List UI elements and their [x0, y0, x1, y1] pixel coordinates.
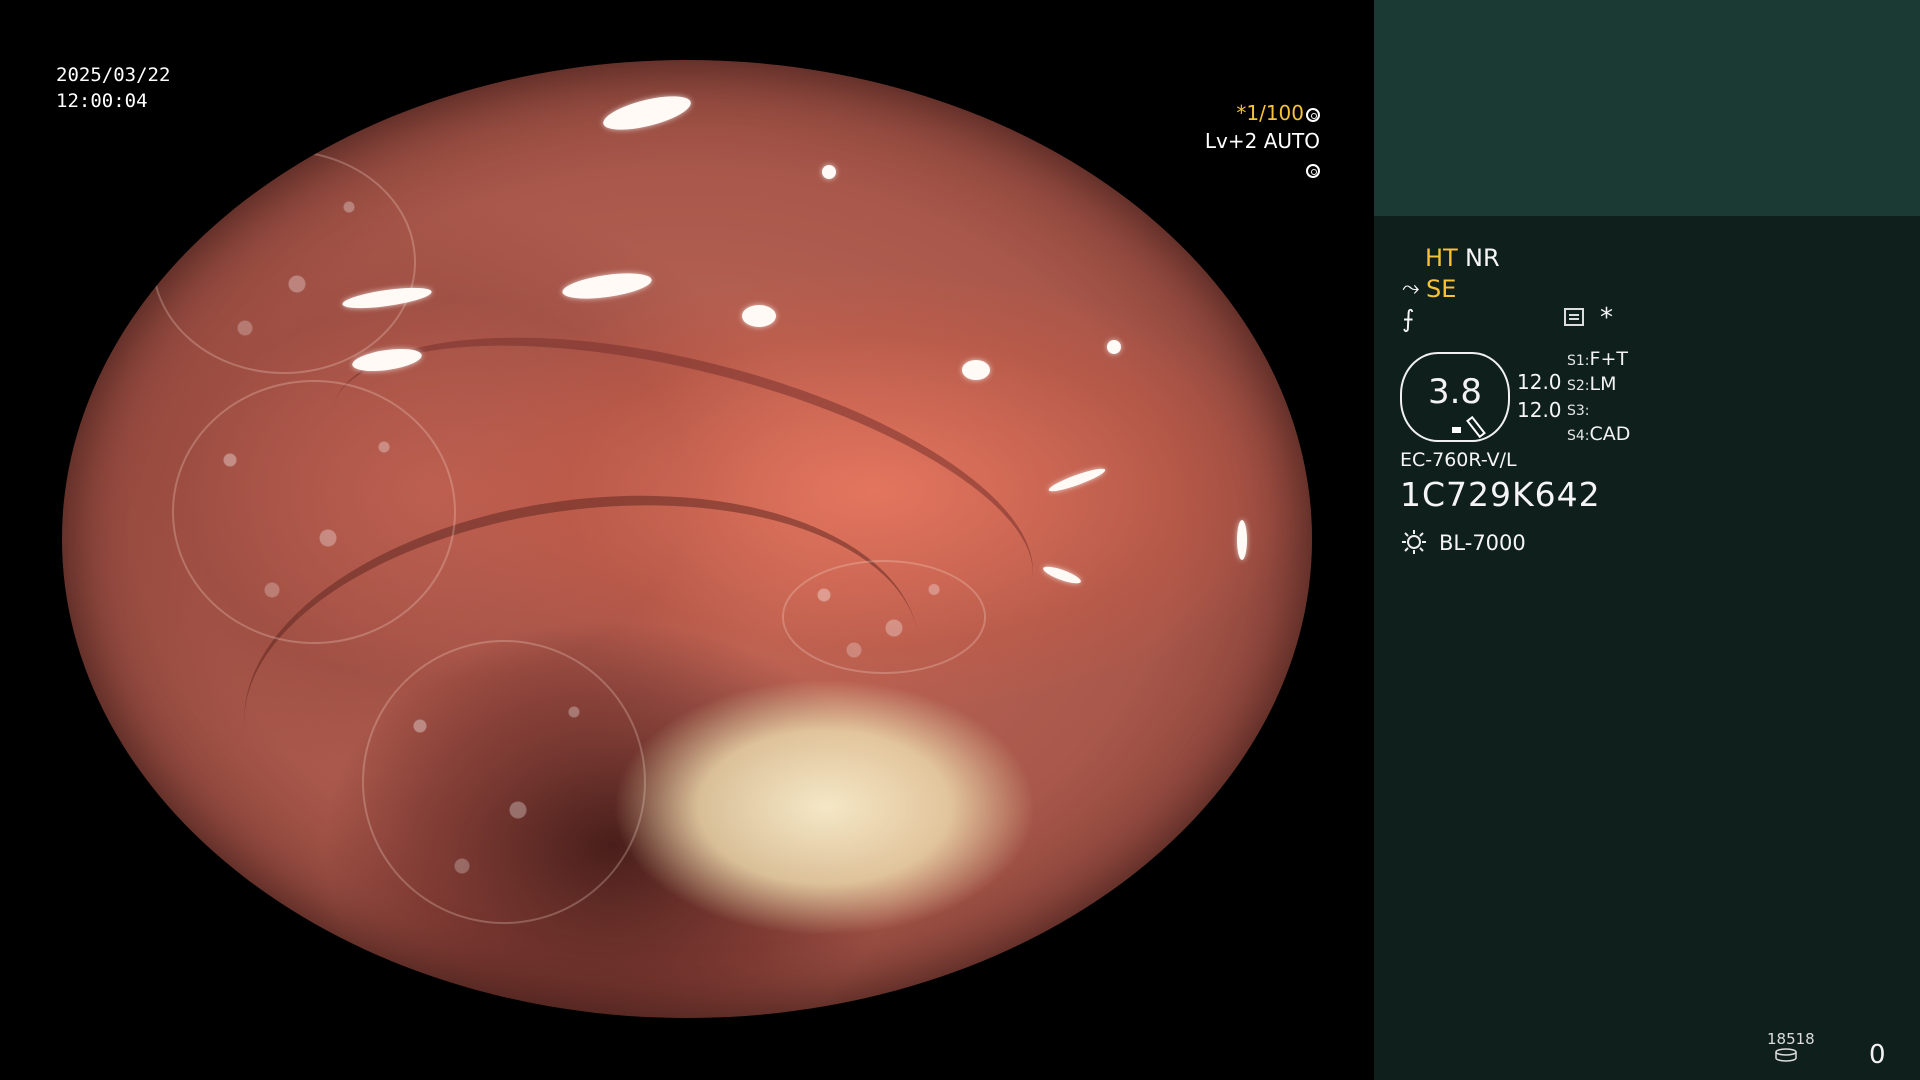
- shutter-speed: *1/100: [1236, 101, 1304, 125]
- mode-nr: NR: [1465, 244, 1500, 272]
- switch-slot-1: S1:F+T: [1567, 348, 1628, 370]
- mode-ht: HT: [1425, 244, 1458, 272]
- scope-model: EC-760R-V/L: [1400, 449, 1517, 471]
- time: 12:00:04: [56, 90, 148, 112]
- light-source: BL-7000: [1439, 531, 1526, 555]
- bubble-cluster: [362, 640, 646, 924]
- specular-reflection: [1047, 465, 1107, 495]
- date-time: 2025/03/22 12:00:04: [56, 62, 170, 114]
- bubble-cluster: [782, 560, 986, 674]
- scope-serial: 1C729K642: [1400, 475, 1601, 514]
- bubble-cluster: [172, 380, 456, 644]
- brightness-level: Lv+2 AUTO: [1204, 129, 1320, 153]
- storage-counter: 18518: [1767, 1030, 1815, 1048]
- specular-reflection: [600, 89, 694, 137]
- endoscopic-image: [62, 60, 1312, 1018]
- endoscope-view: 2025/03/22 12:00:04 *1/100 Lv+2 AUTO: [0, 0, 1374, 1080]
- setting-value-2: 12.0: [1517, 398, 1562, 422]
- mode-se: SE: [1426, 275, 1457, 303]
- specular-reflection: [962, 360, 990, 380]
- frame-count: 0: [1869, 1040, 1886, 1070]
- list-icon: [1564, 308, 1584, 326]
- info-panel: HT NR ⤳ SE ⨍ * 3.8 12.0 12.0 S1:F+T S2:L…: [1374, 0, 1920, 1080]
- aperture-icon: [1306, 107, 1320, 122]
- date: 2025/03/22: [56, 64, 171, 86]
- specular-reflection: [1041, 563, 1083, 587]
- bubble-cluster: [152, 150, 416, 374]
- panel-header-area: [1374, 0, 1920, 216]
- switch-slot-4: S4:CAD: [1567, 423, 1631, 445]
- lightning-curve-icon: ⤳: [1402, 276, 1420, 301]
- specular-reflection: [1107, 340, 1121, 354]
- magnification-indicator: 3.8: [1400, 352, 1510, 442]
- sun-icon: [1402, 530, 1426, 554]
- exposure-info: *1/100 Lv+2 AUTO: [1195, 99, 1320, 183]
- specular-reflection: [742, 305, 776, 327]
- slash-curve-icon: ⨍: [1402, 305, 1415, 333]
- setting-value-1: 12.0: [1517, 370, 1562, 394]
- target-icon: [1306, 163, 1320, 178]
- disk-icon: [1775, 1048, 1797, 1062]
- switch-slot-3: S3:: [1567, 403, 1590, 419]
- star-marker: *: [1600, 303, 1613, 333]
- specular-reflection: [560, 268, 654, 304]
- specular-reflection: [1237, 520, 1247, 560]
- indicator-mark: [1452, 427, 1461, 433]
- magnification-value: 3.8: [1427, 372, 1483, 412]
- specular-reflection: [822, 165, 836, 179]
- switch-slot-2: S2:LM: [1567, 373, 1617, 395]
- pen-icon: [1466, 415, 1486, 439]
